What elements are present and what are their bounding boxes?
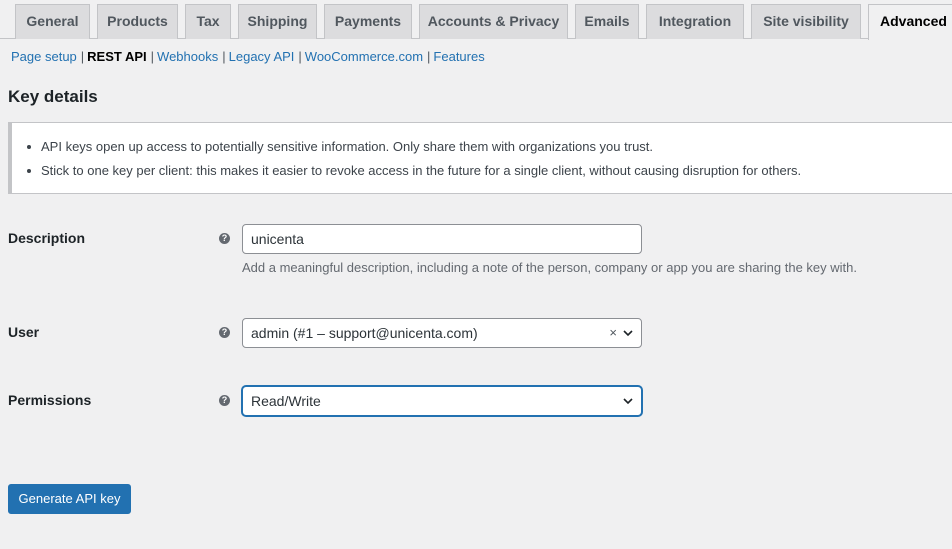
permissions-select[interactable]: Read/Write xyxy=(242,386,642,416)
permissions-label: Permissions xyxy=(8,392,92,408)
subnav-page-setup[interactable]: Page setup xyxy=(11,49,77,64)
description-help-text: Add a meaningful description, including … xyxy=(242,260,857,275)
user-select-value: admin (#1 – support@unicenta.com) xyxy=(251,325,478,341)
tab-products[interactable]: Products xyxy=(97,4,178,39)
section-title: Key details xyxy=(8,87,98,106)
tab-site-visibility[interactable]: Site visibility xyxy=(751,4,861,39)
settings-tabs: General Products Tax Shipping Payments A… xyxy=(0,0,952,40)
help-icon[interactable]: ? xyxy=(219,327,230,338)
subnav-separator: | xyxy=(298,49,302,64)
generate-api-key-button[interactable]: Generate API key xyxy=(8,484,131,514)
tab-advanced[interactable]: Advanced xyxy=(868,4,952,40)
tab-payments[interactable]: Payments xyxy=(324,4,412,39)
user-label: User xyxy=(8,324,40,340)
permissions-select-value: Read/Write xyxy=(251,393,321,409)
tab-shipping[interactable]: Shipping xyxy=(238,4,317,39)
tab-integration[interactable]: Integration xyxy=(646,4,744,39)
help-icon[interactable]: ? xyxy=(219,233,230,244)
subnav-separator: | xyxy=(427,49,431,64)
user-select[interactable]: admin (#1 – support@unicenta.com) × xyxy=(242,318,642,348)
api-keys-notice: API keys open up access to potentially s… xyxy=(8,122,952,194)
subnav-features[interactable]: Features xyxy=(433,49,484,64)
chevron-down-icon xyxy=(623,330,633,337)
notice-item: Stick to one key per client: this makes … xyxy=(26,163,802,178)
tab-tax[interactable]: Tax xyxy=(185,4,231,39)
tab-accounts-privacy[interactable]: Accounts & Privacy xyxy=(419,4,568,39)
tab-general[interactable]: General xyxy=(15,4,90,39)
subnav-separator: | xyxy=(150,49,155,64)
subnav-webhooks[interactable]: Webhooks xyxy=(157,49,218,64)
subnav-rest-api[interactable]: REST API xyxy=(87,49,146,64)
tab-emails[interactable]: Emails xyxy=(575,4,639,39)
chevron-down-icon xyxy=(623,398,633,405)
help-icon[interactable]: ? xyxy=(219,395,230,406)
subnav-separator: | xyxy=(80,49,85,64)
clear-icon[interactable]: × xyxy=(609,319,617,347)
subnav-separator: | xyxy=(222,49,226,64)
advanced-subnav: Page setup | REST API | Webhooks | Legacy API |… xyxy=(11,49,485,65)
notice-item: API keys open up access to potentially s… xyxy=(26,139,654,154)
subnav-woocommerce-com[interactable]: WooCommerce.com xyxy=(305,49,423,64)
subnav-legacy-api[interactable]: Legacy API xyxy=(229,49,295,64)
description-label: Description xyxy=(8,230,86,246)
description-input[interactable]: unicenta xyxy=(242,224,642,254)
